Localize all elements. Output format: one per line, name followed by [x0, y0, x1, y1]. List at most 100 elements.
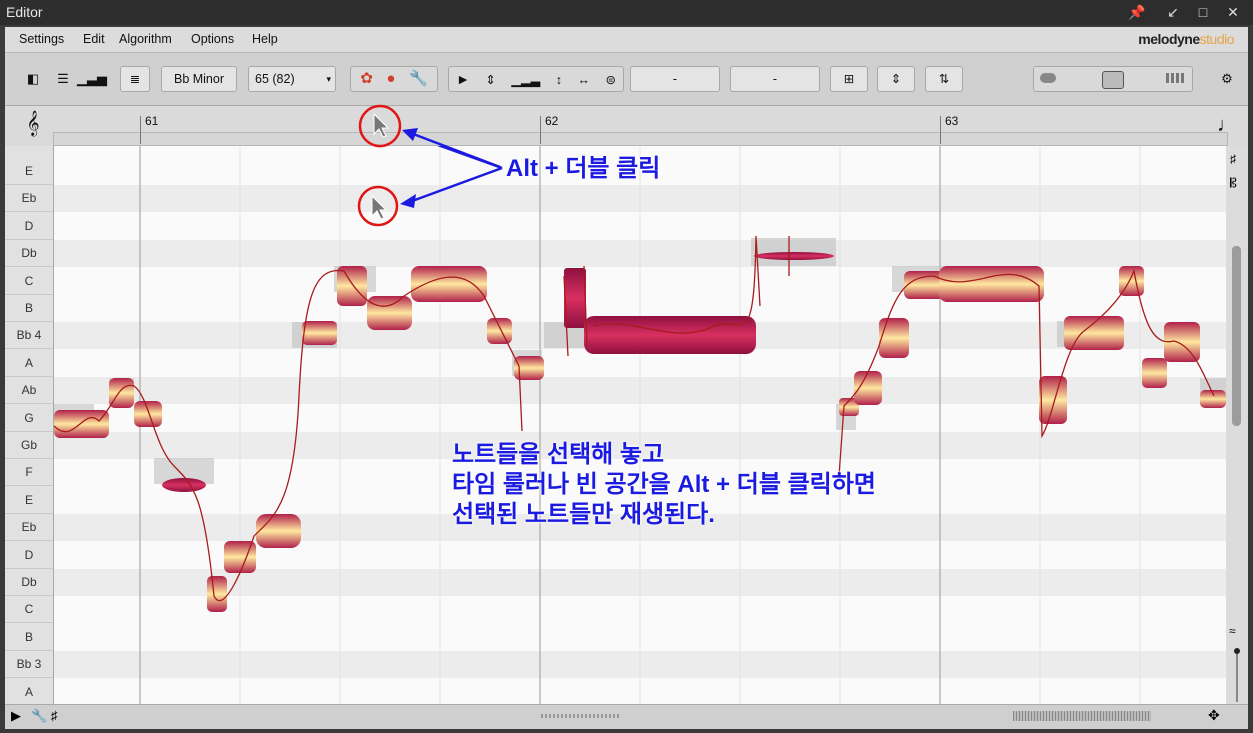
tool-group-left: ✿ ● 🔧	[350, 66, 438, 92]
vertical-scrollbar-thumb[interactable]	[1232, 246, 1241, 426]
undock-icon[interactable]: ↙	[1162, 2, 1184, 22]
note-grid[interactable]	[54, 146, 1226, 704]
pitch-key-label[interactable]: C	[5, 268, 53, 295]
bar-tick	[940, 116, 941, 144]
zoom-in-icon[interactable]	[1166, 73, 1184, 83]
pointer-tool-icon[interactable]: ►	[456, 71, 470, 87]
pitch-key-label[interactable]: E	[5, 487, 53, 514]
bar-number: 61	[145, 114, 159, 128]
bottom-bar: ▶ 🔧 ♯ ✥	[5, 704, 1248, 729]
pitch-key-label[interactable]: C	[5, 596, 53, 624]
field-1[interactable]: -	[630, 66, 720, 92]
pitch-key-label[interactable]: Gb	[5, 432, 53, 459]
note-blob	[54, 410, 109, 438]
bar-number: 62	[545, 114, 559, 128]
pitch-key-label[interactable]: B	[5, 295, 53, 322]
pitch-key-label[interactable]: Bb 4	[5, 322, 53, 350]
pitch-key-label[interactable]: Eb	[5, 514, 53, 542]
brand-logo: melodynestudio	[1138, 31, 1234, 47]
spectrum-icon[interactable]: ▁▃▅	[77, 66, 107, 92]
note-value-icon[interactable]: ♩	[1213, 112, 1241, 138]
annotation-arrow	[403, 166, 503, 206]
grid-icon[interactable]: ♯	[51, 708, 58, 723]
toolbar: ◧ ☰ ▁▃▅ ≣ Bb Minor 65 (82) ▾ ✿ ● 🔧 ► ⇕ ▁▂…	[5, 53, 1248, 106]
pitch-key-label[interactable]: E	[5, 158, 53, 185]
main-tool-icon[interactable]: ✿	[360, 70, 373, 87]
cursor-icon	[371, 194, 388, 220]
wrench-small-icon[interactable]: 🔧	[31, 708, 47, 724]
menu-edit[interactable]: Edit	[83, 32, 105, 46]
note-box	[751, 238, 836, 266]
pitch-key-label[interactable]: G	[5, 405, 53, 432]
bar-tick	[540, 116, 541, 144]
tempo-grid-icon[interactable]: ♯	[1230, 152, 1236, 166]
field-2[interactable]: -	[730, 66, 820, 92]
zoom-fit-button[interactable]: ⇅	[925, 66, 963, 92]
amplitude-tool-icon[interactable]: ▁▂▃	[511, 73, 540, 87]
pitch-key-label[interactable]: Db	[5, 240, 53, 268]
ruler-strip[interactable]	[53, 132, 1228, 146]
arrow-head	[400, 194, 416, 208]
annotation-arrow	[437, 146, 503, 170]
note-blob	[939, 266, 1044, 302]
chevron-down-icon[interactable]: ▾	[326, 67, 331, 91]
timing-tool-icon[interactable]: ↕	[556, 73, 562, 87]
time-handle-tool-icon[interactable]: ↔	[577, 73, 590, 87]
note-blob	[1142, 358, 1167, 388]
pitch-ruler[interactable]: E Eb D Db C B Bb 4 A Ab G Gb F E Eb D Db C B Bb 3A	[5, 146, 54, 706]
menu-algorithm[interactable]: Algorithm	[119, 32, 172, 46]
pitch-key-label[interactable]: Ab	[5, 377, 53, 405]
correct-pitch-button[interactable]: ⊞	[830, 66, 868, 92]
note-separation-tool-icon[interactable]: ⊜	[605, 73, 615, 87]
bar-tick	[140, 116, 141, 144]
formant-tool-icon[interactable]: ⇕	[485, 73, 495, 87]
gear-icon[interactable]: ⚙	[1213, 66, 1241, 92]
play-marker-icon[interactable]: ▶	[11, 708, 21, 724]
waveform-icon[interactable]: ≈	[1229, 624, 1236, 638]
note-blob	[1039, 376, 1067, 424]
vertical-zoom-track[interactable]	[1236, 654, 1238, 702]
pitch-key-label[interactable]: D	[5, 542, 53, 569]
menu-options[interactable]: Options	[191, 32, 234, 46]
pitch-key-label[interactable]: A	[5, 679, 53, 706]
scale-button[interactable]: Bb Minor	[161, 66, 237, 92]
pitch-key-label[interactable]: B	[5, 624, 53, 651]
close-icon[interactable]: ✕	[1222, 2, 1244, 22]
mixer-icon[interactable]: ☰	[49, 66, 77, 92]
fit-zoom-icon[interactable]: ✥	[1208, 707, 1220, 724]
note-blob	[584, 316, 756, 354]
pin-icon[interactable]: 📌	[1126, 2, 1148, 22]
maximize-icon[interactable]: □	[1192, 2, 1214, 22]
note-blob	[564, 268, 586, 328]
zoom-out-icon[interactable]	[1040, 73, 1056, 83]
quantize-time-button[interactable]: ⇕	[877, 66, 915, 92]
pitch-key-label[interactable]: F	[5, 459, 53, 487]
treble-clef-icon[interactable]: 𝄞	[19, 110, 47, 136]
note-blob	[754, 252, 834, 260]
tuning-button[interactable]: ≣	[120, 66, 150, 92]
pitch-key-label[interactable]: A	[5, 350, 53, 377]
time-ruler[interactable]: 𝄞 61 62 63 ♩	[5, 106, 1248, 146]
menu-help[interactable]: Help	[252, 32, 278, 46]
layout-icon[interactable]: ◧	[19, 66, 47, 92]
vertical-scroll-panel: ♯ 𝄡 ≈	[1226, 146, 1248, 704]
tempo-value: 65 (82)	[255, 72, 295, 86]
instruction-line: 노트들을 선택해 놓고	[452, 441, 665, 468]
pitch-key-label[interactable]: Db	[5, 569, 53, 596]
zoom-slider[interactable]	[1033, 66, 1193, 92]
pitch-key-label[interactable]: D	[5, 213, 53, 240]
horizontal-scroll-thumb[interactable]	[541, 714, 619, 718]
overview-waveform[interactable]	[1013, 711, 1151, 721]
pitch-tool-icon[interactable]: ●	[386, 70, 395, 87]
pitch-key-label[interactable]: Bb 3	[5, 651, 53, 679]
scale-icon[interactable]: 𝄡	[1230, 176, 1237, 191]
tempo-field[interactable]: 65 (82) ▾	[248, 66, 336, 92]
note-blob	[162, 478, 206, 492]
window-title: Editor	[6, 4, 43, 20]
zoom-thumb[interactable]	[1102, 71, 1124, 89]
pitch-key-label[interactable]: Eb	[5, 185, 53, 213]
note-canvas[interactable]	[54, 146, 1226, 704]
wrench-icon[interactable]: 🔧	[409, 70, 428, 87]
menu-settings[interactable]: Settings	[19, 32, 64, 46]
instruction-line: 선택된 노트들만 재생된다.	[452, 501, 715, 528]
